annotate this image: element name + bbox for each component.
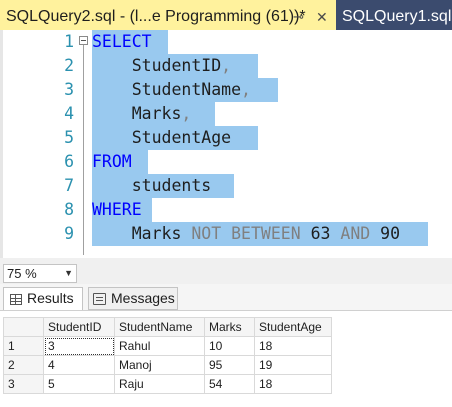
code-line-7: students [92,174,234,198]
operator-and: AND [340,224,371,243]
column-header[interactable]: StudentAge [254,317,332,337]
table-cell[interactable]: Manoj [114,355,205,375]
code-line-8: WHERE [92,198,152,222]
table-cell[interactable]: 18 [254,374,332,394]
line-number: 8 [64,200,74,219]
keyword-from: FROM [92,152,132,171]
line-number: 5 [64,128,74,147]
zoom-bar: 75 % ▼ [0,263,452,284]
column-header[interactable]: StudentID [43,317,115,337]
operator-not-between: NOT BETWEEN [191,224,301,243]
code-line-9: Marks NOT BETWEEN 63 AND 90 [92,222,428,246]
code-line-1: SELECT [92,30,168,54]
results-table: StudentID StudentName Marks StudentAge 1… [3,317,332,394]
number-90: 90 [380,224,401,243]
table-cell[interactable]: Raju [114,374,205,394]
column-studentage: StudentAge [131,128,232,147]
table-students: students [131,176,212,195]
tab-messages[interactable]: Messages [88,287,178,310]
table-cell[interactable]: 18 [254,336,332,356]
row-number[interactable]: 1 [3,336,44,356]
comma: , [241,80,251,99]
code-line-3: StudentName, [92,78,278,102]
editor-margin [0,30,3,258]
comma: , [221,56,232,75]
tab-sqlquery1[interactable]: SQLQuery1.sql - [336,0,452,30]
table-cell[interactable]: 95 [204,355,255,375]
pin-icon[interactable]: ⊸ [293,0,304,34]
document-tab-bar: SQLQuery2.sql - (l...e Programming (61))… [0,0,452,30]
line-number: 6 [64,152,74,171]
table-cell[interactable]: Rahul [114,336,205,356]
collapse-icon[interactable] [79,36,88,45]
code-line-6: FROM [92,150,148,174]
close-icon[interactable]: ✕ [316,0,328,34]
table-cell[interactable]: 19 [254,355,332,375]
messages-icon [93,293,106,306]
number-63: 63 [310,224,331,243]
column-header[interactable]: Marks [204,317,255,337]
keyword-where: WHERE [92,200,142,219]
line-number: 4 [64,104,74,123]
header-row: StudentID StudentName Marks StudentAge [3,317,332,337]
table-row[interactable]: 1 3 Rahul 10 18 [3,336,332,356]
table-cell[interactable]: 54 [204,374,255,394]
zoom-dropdown[interactable]: 75 % ▼ [3,264,77,283]
column-marks: Marks [131,104,182,123]
row-header-corner [3,317,44,337]
table-row[interactable]: 2 4 Manoj 95 19 [3,355,332,375]
tab-messages-label: Messages [111,290,175,306]
results-grid[interactable]: StudentID StudentName Marks StudentAge 1… [0,311,452,407]
outline-guide [83,45,84,255]
code-line-2: StudentID, [92,54,258,78]
line-number: 7 [64,176,74,195]
tab-sqlquery2-title: SQLQuery2.sql - (l...e Programming (61))… [6,8,306,25]
tab-results[interactable]: Results [3,287,83,310]
keyword-select: SELECT [92,32,152,51]
comma: , [181,104,192,123]
code-line-4: Marks, [92,102,215,126]
column-marks: Marks [131,224,182,243]
line-number: 2 [64,56,74,75]
table-cell[interactable]: 5 [43,374,115,394]
line-number-gutter: 1 2 3 4 5 6 7 8 9 [30,30,76,258]
row-number[interactable]: 3 [3,374,44,394]
row-number[interactable]: 2 [3,355,44,375]
tab-sqlquery2[interactable]: SQLQuery2.sql - (l...e Programming (61))… [0,0,336,30]
tab-results-label: Results [27,290,74,306]
code-line-5: StudentAge [92,126,258,150]
sql-editor[interactable]: 1 2 3 4 5 6 7 8 9 SELECT StudentID, Stud… [0,30,452,258]
results-tab-bar: Results Messages [0,284,452,311]
zoom-value: 75 % [7,266,37,281]
line-number: 1 [64,32,74,51]
line-number: 3 [64,80,74,99]
tab-sqlquery1-title: SQLQuery1.sql - [342,8,452,25]
chevron-down-icon: ▼ [64,268,73,278]
table-row[interactable]: 3 5 Raju 54 18 [3,374,332,394]
line-number: 9 [64,224,74,243]
column-header[interactable]: StudentName [114,317,205,337]
table-cell[interactable]: 3 [43,336,115,356]
column-studentname: StudentName [131,80,242,99]
column-studentid: StudentID [131,56,222,75]
grid-icon [10,293,22,305]
table-cell[interactable]: 4 [43,355,115,375]
table-cell[interactable]: 10 [204,336,255,356]
